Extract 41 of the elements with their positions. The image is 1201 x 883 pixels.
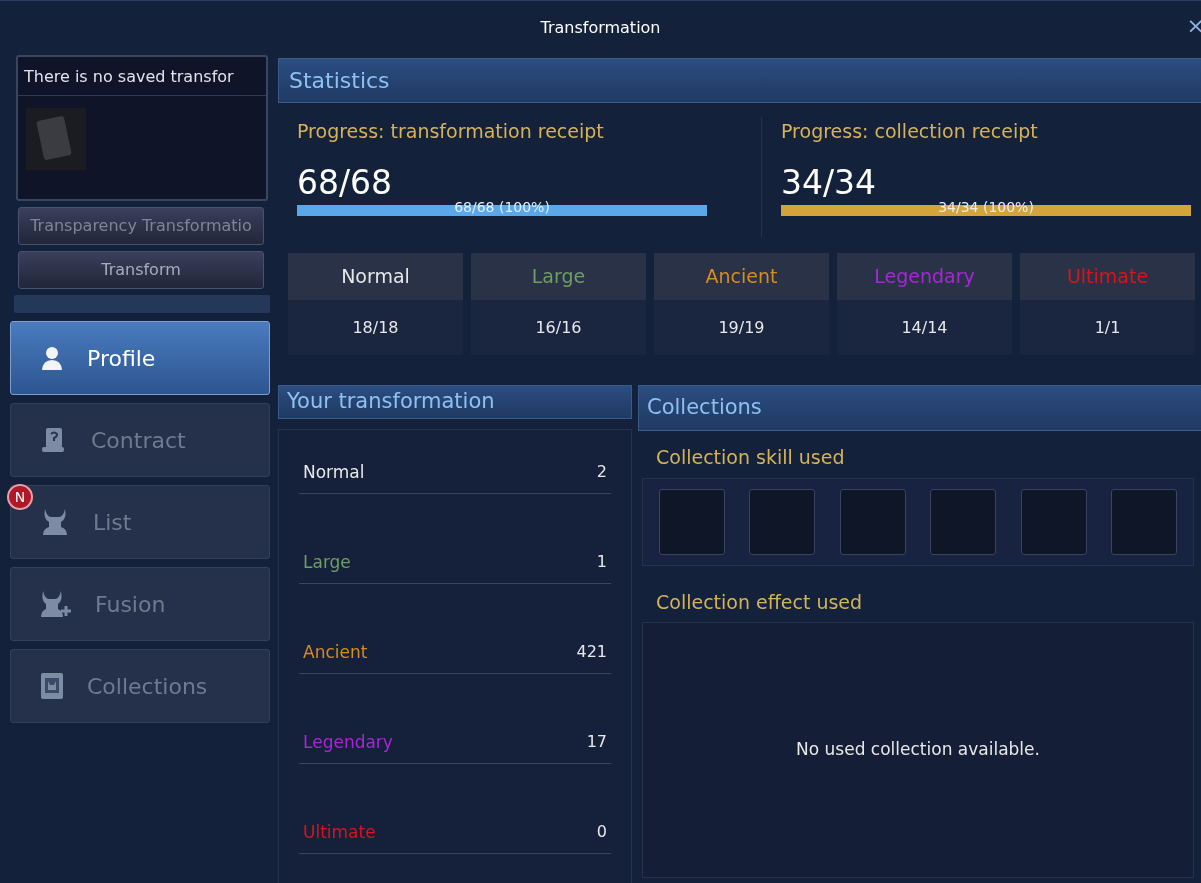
- grade-name: Ancient: [654, 253, 829, 300]
- grade-value: 19/19: [717, 316, 766, 339]
- grade-count: 0: [596, 821, 607, 844]
- section-title: Collections: [647, 394, 762, 422]
- grade-value: 14/14: [900, 316, 949, 339]
- grade-label: Ultimate: [303, 820, 376, 844]
- nav-tab[interactable]: Fusion: [10, 567, 270, 641]
- progress-value: 34/34: [781, 165, 878, 199]
- section-title: Statistics: [289, 67, 390, 95]
- grade-label: Normal: [303, 460, 365, 484]
- grade-label: Legendary: [303, 730, 393, 754]
- book-icon: [39, 671, 65, 701]
- window-title: Transformation: [540, 17, 661, 39]
- action-button[interactable]: Transform: [18, 251, 264, 289]
- subsection-label: Collection effect used: [656, 589, 864, 615]
- grade-count: 2: [596, 461, 607, 484]
- grade-label: Ancient: [303, 640, 368, 664]
- progress-value: 68/68: [297, 165, 394, 199]
- section-title: Your transformation: [287, 388, 495, 415]
- saved-message: There is no saved transfor: [18, 57, 266, 96]
- grade-count: 421: [576, 641, 607, 664]
- grade-count: 1: [596, 551, 607, 574]
- grade-name: Normal: [288, 253, 463, 300]
- empty-message: No used collection available.: [796, 738, 1040, 762]
- progress-label: Progress: collection receipt: [781, 119, 1039, 144]
- nav-tab[interactable]: Contract: [10, 403, 270, 477]
- grade-value: 18/18: [351, 316, 400, 339]
- progress-label: Progress: transformation receipt: [297, 119, 605, 144]
- grade-value: 1/1: [1093, 316, 1122, 339]
- nav-tab[interactable]: Collections: [10, 649, 270, 723]
- grade-value: 16/16: [534, 316, 583, 339]
- person-icon: [39, 345, 65, 371]
- notification-badge: N: [7, 484, 33, 510]
- nav-tab[interactable]: Profile: [10, 321, 270, 395]
- grade-name: Large: [471, 253, 646, 300]
- subsection-label: Collection skill used: [656, 445, 846, 470]
- grade-name: Ultimate: [1020, 253, 1195, 300]
- grade-count: 17: [586, 731, 607, 754]
- grade-name: Legendary: [837, 253, 1012, 300]
- nav-tab[interactable]: List N: [10, 485, 270, 559]
- grade-label: Large: [303, 550, 351, 574]
